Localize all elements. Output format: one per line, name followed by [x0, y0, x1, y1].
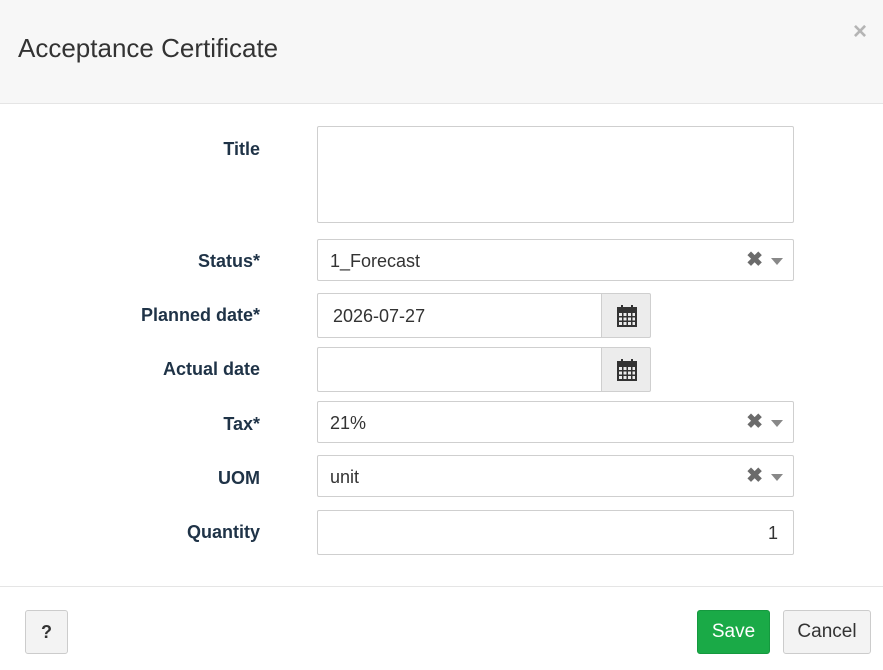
clear-uom-icon[interactable]: ✖: [746, 465, 763, 487]
dialog-title: Acceptance Certificate: [18, 33, 279, 63]
dialog-header: Acceptance Certificate ×: [0, 0, 883, 104]
chevron-down-icon[interactable]: [771, 474, 783, 481]
quantity-value: 1: [767, 523, 778, 543]
actual-date-picker-button[interactable]: [601, 347, 651, 392]
uom-label: UOM: [218, 468, 260, 488]
actual-date-label: Actual date: [162, 359, 260, 379]
title-label: Title: [223, 139, 260, 159]
title-textarea[interactable]: [317, 126, 794, 223]
save-button[interactable]: Save: [697, 610, 770, 654]
clear-status-icon[interactable]: ✖: [746, 249, 763, 271]
status-value: 1_Forecast: [330, 251, 421, 271]
tax-label: Tax*: [223, 414, 260, 434]
tax-select[interactable]: 21% ✖: [317, 401, 794, 443]
quantity-label: Quantity: [186, 522, 260, 542]
status-label: Status*: [197, 251, 260, 271]
actual-date-group: [317, 347, 651, 392]
planned-date-picker-button[interactable]: [601, 293, 651, 338]
chevron-down-icon[interactable]: [771, 420, 783, 427]
calendar-icon: [617, 359, 637, 381]
uom-select[interactable]: unit ✖: [317, 455, 794, 497]
help-button[interactable]: ?: [25, 610, 68, 654]
planned-date-label: Planned date*: [140, 305, 260, 325]
planned-date-input[interactable]: 2026-07-27: [317, 293, 602, 338]
uom-value: unit: [330, 467, 360, 487]
close-icon[interactable]: ×: [850, 20, 870, 44]
tax-value: 21%: [330, 413, 367, 433]
acceptance-certificate-dialog: Acceptance Certificate × Title Status* 1…: [0, 0, 883, 670]
actual-date-input[interactable]: [317, 347, 602, 392]
calendar-icon: [617, 305, 637, 327]
planned-date-group: 2026-07-27: [317, 293, 651, 338]
chevron-down-icon[interactable]: [771, 258, 783, 265]
footer-divider: [0, 586, 883, 587]
status-select[interactable]: 1_Forecast ✖: [317, 239, 794, 281]
cancel-button[interactable]: Cancel: [783, 610, 871, 654]
clear-tax-icon[interactable]: ✖: [746, 411, 763, 433]
quantity-input[interactable]: 1: [317, 510, 794, 555]
planned-date-value: 2026-07-27: [333, 306, 426, 326]
